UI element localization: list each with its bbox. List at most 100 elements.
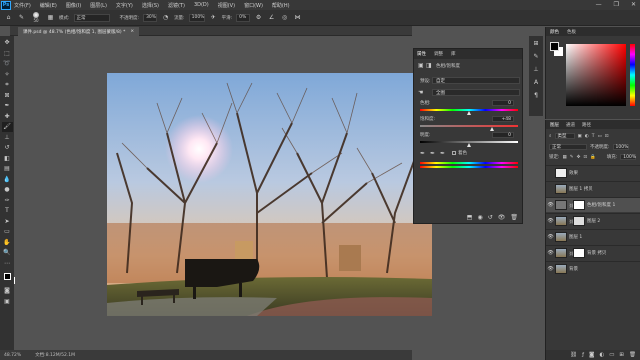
add-mask-icon[interactable]: ◙ xyxy=(589,352,594,358)
view-previous-icon[interactable]: ◉ xyxy=(477,214,482,221)
eye-icon[interactable]: 👁 xyxy=(546,266,555,272)
paragraph-panel-icon[interactable]: ¶ xyxy=(532,91,541,100)
lock-all-icon[interactable]: 🔒 xyxy=(590,155,596,160)
airbrush-icon[interactable]: ✈ xyxy=(209,13,218,22)
menu-type[interactable]: 文字(Y) xyxy=(116,2,133,9)
clone-source-icon[interactable]: ⊥ xyxy=(532,65,541,74)
pen-tool-icon[interactable]: ✑ xyxy=(2,196,13,206)
preset-select[interactable]: 自定 xyxy=(432,77,520,84)
tab-layers[interactable]: 图层 xyxy=(550,122,559,128)
filter-kind-select[interactable]: 类型 xyxy=(554,133,575,139)
screen-mode-icon[interactable]: ▣ xyxy=(2,297,13,307)
layer-mask-thumbnail[interactable] xyxy=(573,200,585,210)
delete-layer-icon[interactable]: 🗑 xyxy=(629,352,636,358)
saturation-slider-thumb[interactable] xyxy=(490,127,495,131)
layer-row[interactable]: 👁 背景 xyxy=(546,261,640,276)
visibility-icon[interactable]: 👁 xyxy=(498,214,506,221)
eyedropper-icon[interactable]: ✒ xyxy=(420,150,425,157)
minimize-button[interactable]: — xyxy=(596,1,602,8)
tab-channels[interactable]: 通道 xyxy=(566,122,575,128)
lock-artboard-icon[interactable]: ⊡ xyxy=(583,155,587,160)
menu-layer[interactable]: 图层(L) xyxy=(90,2,107,9)
lock-position-icon[interactable]: ✥ xyxy=(577,155,581,160)
path-select-tool-icon[interactable]: ➤ xyxy=(2,217,13,227)
foreground-color-swatch[interactable] xyxy=(3,273,15,284)
eyedropper-plus-icon[interactable]: ✒ xyxy=(430,150,435,157)
eye-icon[interactable]: 👁 xyxy=(546,218,555,224)
layer-row[interactable]: 图层 1 拷贝 xyxy=(546,181,640,196)
tab-properties[interactable]: 属性 xyxy=(417,51,426,57)
hue-value[interactable]: 0 xyxy=(492,100,514,106)
character-panel-icon[interactable]: A xyxy=(532,78,541,87)
pressure-size-icon[interactable]: ◎ xyxy=(280,13,289,22)
hand-tool-icon[interactable]: ✋ xyxy=(2,238,13,248)
document-tab[interactable]: 课件.psd @ 48.7% (色相/饱和度 1, 图层蒙版/8) * × xyxy=(18,27,140,36)
layer-row[interactable]: 👁 ⛓ 色相/饱和度 1 xyxy=(546,197,640,212)
brush-panel-icon[interactable]: ✎ xyxy=(532,52,541,61)
filter-type-icon[interactable]: T xyxy=(592,134,595,139)
menu-select[interactable]: 选择(S) xyxy=(142,2,159,9)
fx-icon[interactable]: ƒ xyxy=(582,352,584,358)
dodge-tool-icon[interactable]: ● xyxy=(2,185,13,195)
new-adjustment-icon[interactable]: ◐ xyxy=(599,352,604,358)
brush-tool-icon[interactable]: ✎ xyxy=(17,13,26,22)
document-close-button[interactable]: × xyxy=(130,29,134,34)
lightness-value[interactable]: 0 xyxy=(492,132,514,138)
filter-pixel-icon[interactable]: ▣ xyxy=(578,134,582,139)
saturation-slider[interactable] xyxy=(420,125,518,127)
smoothing-settings-icon[interactable]: ⚙ xyxy=(254,13,263,22)
tab-swatches[interactable]: 色板 xyxy=(567,29,576,35)
zoom-tool-icon[interactable]: 🔍 xyxy=(2,248,13,258)
tab-paths[interactable]: 路径 xyxy=(582,122,591,128)
colorize-checkbox[interactable] xyxy=(452,151,456,155)
blur-tool-icon[interactable]: 💧 xyxy=(2,175,13,185)
target-adjust-icon[interactable]: ☚ xyxy=(418,89,423,96)
eye-icon[interactable]: 👁 xyxy=(546,234,555,240)
lock-pixels-icon[interactable]: ▦ xyxy=(563,155,567,160)
menu-view[interactable]: 视图(V) xyxy=(218,2,235,9)
zoom-level[interactable]: 48.72% xyxy=(4,353,21,358)
saturation-brightness-field[interactable] xyxy=(566,44,626,106)
menu-edit[interactable]: 编辑(E) xyxy=(40,2,57,9)
layer-opacity-field[interactable]: 100% xyxy=(612,144,629,150)
hue-strip[interactable] xyxy=(630,44,635,106)
pressure-opacity-icon[interactable]: ◔ xyxy=(161,13,170,22)
mask-icon[interactable]: ◨ xyxy=(426,62,432,69)
lightness-slider-thumb[interactable] xyxy=(466,143,471,147)
home-icon[interactable]: ⌂ xyxy=(4,13,13,22)
brush-preset-picker[interactable]: 50 xyxy=(30,12,42,23)
clone-stamp-tool-icon[interactable]: ⊥ xyxy=(2,133,13,143)
angle-icon[interactable]: ∠ xyxy=(267,13,276,22)
menu-filter[interactable]: 滤镜(T) xyxy=(168,2,185,9)
eyedropper-tool-icon[interactable]: ✒ xyxy=(2,101,13,111)
document-info[interactable]: 文档:8.12M/52.1M xyxy=(35,352,75,358)
eyedropper-minus-icon[interactable]: ✒ xyxy=(440,150,445,157)
color-foreground-swatch[interactable] xyxy=(550,42,559,51)
hue-slider-thumb[interactable] xyxy=(466,111,471,115)
mode-select[interactable]: 正常 xyxy=(73,13,110,22)
healing-tool-icon[interactable]: ✚ xyxy=(2,112,13,122)
type-tool-icon[interactable]: T xyxy=(2,206,13,216)
filter-shape-icon[interactable]: ▭ xyxy=(597,134,601,139)
symmetry-icon[interactable]: ⋈ xyxy=(293,13,302,22)
layer-mask-thumbnail[interactable] xyxy=(573,216,585,226)
lock-brush-icon[interactable]: ✎ xyxy=(570,155,574,160)
menu-image[interactable]: 图像(I) xyxy=(66,2,81,9)
eye-icon[interactable]: 👁 xyxy=(546,202,555,208)
move-tool-icon[interactable]: ✥ xyxy=(2,38,13,48)
more-tools-icon[interactable]: ⋯ xyxy=(2,259,13,269)
tab-adjustments[interactable]: 调整 xyxy=(434,51,443,57)
background-color-swatch[interactable] xyxy=(7,277,15,284)
smooth-field[interactable]: 0% xyxy=(236,13,251,22)
quick-mask-icon[interactable]: ◙ xyxy=(2,286,13,296)
layer-row[interactable]: 👁 ⛓ 图层 2 xyxy=(546,213,640,228)
filter-adjust-icon[interactable]: ◐ xyxy=(585,134,589,139)
maximize-button[interactable]: ❐ xyxy=(614,1,619,8)
reset-icon[interactable]: ↺ xyxy=(488,214,493,221)
eye-icon[interactable]: 👁 xyxy=(546,250,555,256)
layer-row[interactable]: 👁 图层 1 xyxy=(546,229,640,244)
channel-select[interactable]: 全图 xyxy=(432,89,520,96)
layer-row[interactable]: 效果 xyxy=(546,165,640,180)
fill-field[interactable]: 100% xyxy=(620,154,637,160)
tab-color[interactable]: 颜色 xyxy=(550,29,559,35)
